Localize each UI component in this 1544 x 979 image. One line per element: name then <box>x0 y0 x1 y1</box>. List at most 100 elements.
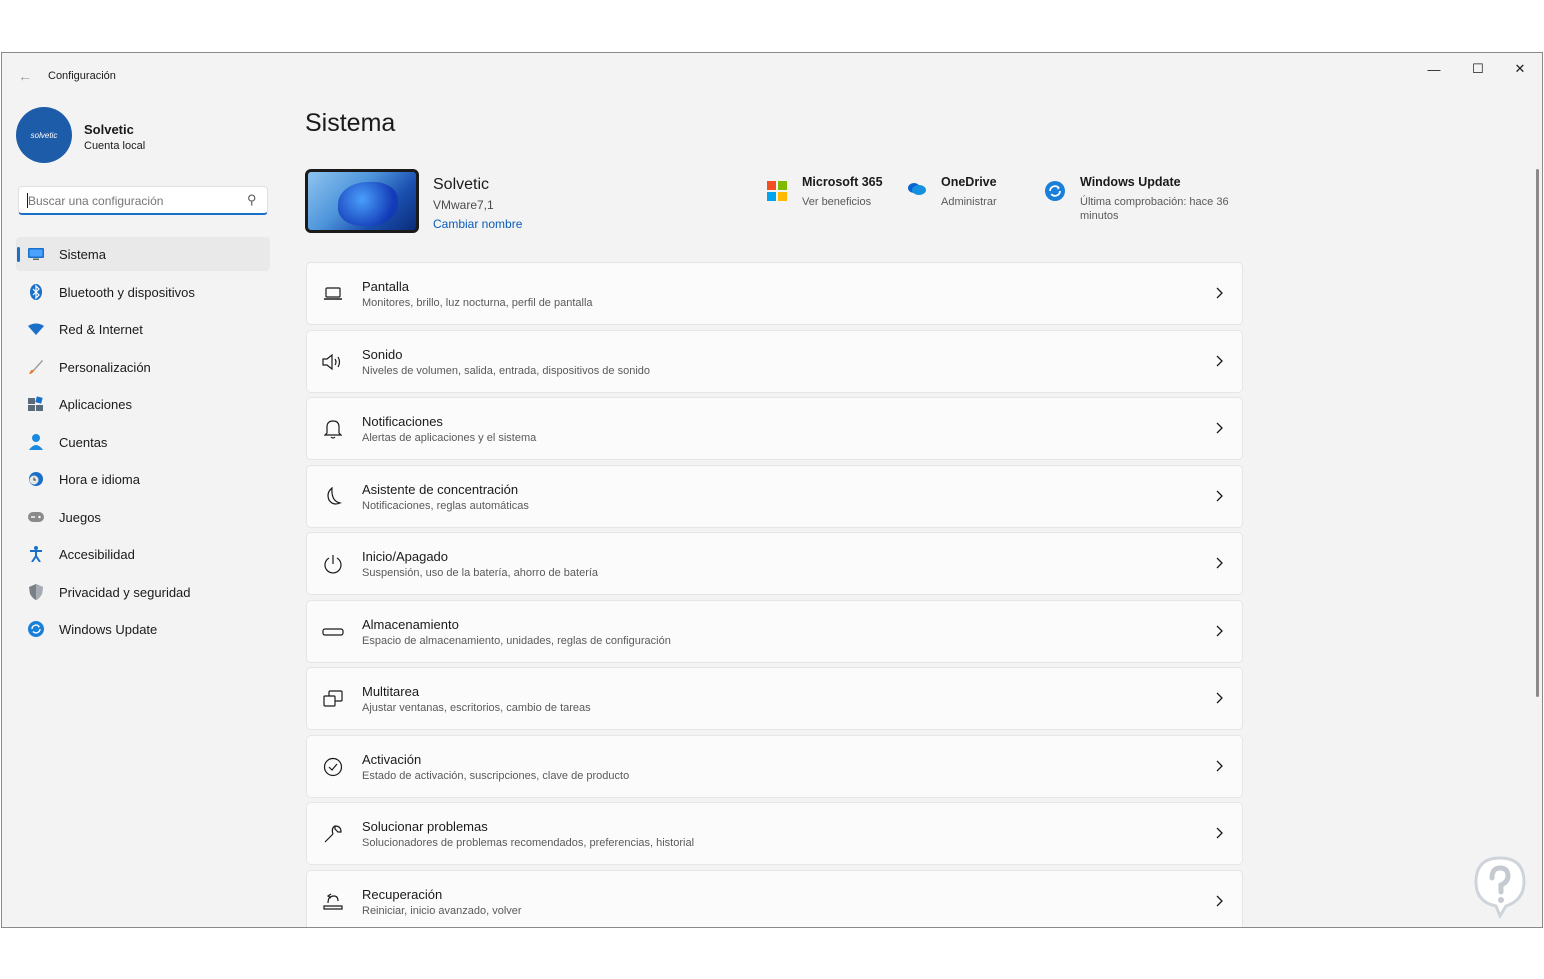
tile-subtitle: Última comprobación: hace 36 minutos <box>1080 196 1229 222</box>
sidebar-item-juegos[interactable]: Juegos <box>16 500 270 534</box>
sidebar-item-windows-update[interactable]: Windows Update <box>16 612 270 646</box>
card-almacenamiento[interactable]: Almacenamiento Espacio de almacenamiento… <box>306 599 1243 663</box>
card-subtitle: Ajustar ventanas, escritorios, cambio de… <box>362 702 591 714</box>
card-title: Pantalla <box>362 279 409 294</box>
card-title: Solucionar problemas <box>362 819 488 834</box>
chevron-right-icon <box>1216 490 1223 501</box>
card-pantalla[interactable]: Pantalla Monitores, brillo, luz nocturna… <box>306 262 1243 325</box>
sidebar-item-label: Aplicaciones <box>59 397 132 412</box>
multitask-icon <box>322 688 344 710</box>
sidebar-item-red[interactable]: Red & Internet <box>16 312 270 346</box>
back-arrow-icon[interactable]: ← <box>14 65 36 87</box>
card-recuperacion[interactable]: Recuperación Reiniciar, inicio avanzado,… <box>306 869 1243 927</box>
card-solucionar-problemas[interactable]: Solucionar problemas Solucionadores de p… <box>306 802 1243 865</box>
device-wallpaper-thumbnail <box>305 169 419 233</box>
card-inicio-apagado[interactable]: Inicio/Apagado Suspensión, uso de la bat… <box>306 532 1243 595</box>
sidebar-item-label: Accesibilidad <box>59 547 135 562</box>
drive-icon <box>322 621 344 643</box>
sidebar-item-aplicaciones[interactable]: Aplicaciones <box>16 387 270 421</box>
sidebar-item-label: Bluetooth y dispositivos <box>59 284 195 300</box>
card-sonido[interactable]: Sonido Niveles de volumen, salida, entra… <box>306 329 1243 393</box>
person-icon <box>28 433 44 450</box>
search-input[interactable]: Buscar una configuración ⚲ <box>18 186 268 215</box>
card-notificaciones[interactable]: Notificaciones Alertas de aplicaciones y… <box>306 397 1243 460</box>
card-subtitle: Suspensión, uso de la batería, ahorro de… <box>362 567 599 579</box>
card-asistente-concentracion[interactable]: Asistente de concentración Notificacione… <box>306 464 1243 528</box>
profile-name: Solvetic <box>84 122 134 137</box>
bluetooth-icon <box>28 283 44 300</box>
card-subtitle: Notificaciones, reglas automáticas <box>362 499 529 512</box>
card-title: Almacenamiento <box>362 616 459 632</box>
rename-device-link[interactable]: Cambiar nombre <box>433 217 522 231</box>
card-title: Notificaciones <box>362 414 443 429</box>
card-title: Recuperación <box>362 886 443 902</box>
card-title: Activación <box>362 751 422 767</box>
card-multitarea[interactable]: Multitarea Ajustar ventanas, escritorios… <box>306 667 1243 730</box>
sidebar-nav: Sistema Bluetooth y dispositivos Red & I… <box>16 237 270 650</box>
sidebar-item-label: Personalización <box>59 359 151 375</box>
profile-account-type: Cuenta local <box>84 140 146 152</box>
card-subtitle: Estado de activación, suscripciones, cla… <box>362 769 630 782</box>
chevron-right-icon <box>1216 355 1223 366</box>
sidebar-item-label: Hora e idioma <box>59 472 140 487</box>
minimize-button[interactable]: — <box>1412 53 1456 85</box>
sidebar-item-label: Juegos <box>59 509 101 525</box>
chevron-right-icon <box>1216 287 1223 299</box>
sync-icon <box>1045 181 1065 201</box>
bell-icon <box>322 418 344 440</box>
sidebar-item-sistema[interactable]: Sistema <box>16 237 270 271</box>
card-subtitle: Niveles de volumen, salida, entrada, dis… <box>362 364 650 377</box>
chevron-right-icon <box>1216 422 1223 434</box>
card-subtitle: Espacio de almacenamiento, unidades, reg… <box>362 634 671 647</box>
card-title: Sonido <box>362 346 403 362</box>
clock-globe-icon <box>28 471 44 487</box>
title-bar: ← Configuración — ☐ ✕ <box>2 53 1542 99</box>
card-title: Asistente de concentración <box>362 481 519 497</box>
maximize-button[interactable]: ☐ <box>1456 53 1500 85</box>
sidebar-item-bluetooth[interactable]: Bluetooth y dispositivos <box>16 275 270 309</box>
tile-title: Windows Update <box>1080 175 1181 189</box>
chevron-right-icon <box>1216 557 1223 569</box>
sidebar-item-label: Privacidad y seguridad <box>59 584 191 600</box>
vertical-scrollbar[interactable] <box>1536 169 1539 697</box>
sidebar-item-privacidad[interactable]: Privacidad y seguridad <box>16 575 270 609</box>
search-placeholder: Buscar una configuración <box>28 194 164 208</box>
speaker-icon <box>322 351 344 373</box>
card-subtitle: Alertas de aplicaciones y el sistema <box>362 432 537 444</box>
sidebar-item-accesibilidad[interactable]: Accesibilidad <box>16 537 270 571</box>
accessibility-icon <box>28 546 44 562</box>
gamepad-icon <box>28 509 44 525</box>
help-question-icon <box>1474 856 1526 918</box>
user-profile[interactable]: solvetic Solvetic Cuenta local <box>16 107 276 167</box>
shield-icon <box>28 583 44 600</box>
monitor-icon <box>28 246 44 262</box>
brush-icon <box>28 359 44 375</box>
sidebar-item-label: Cuentas <box>59 434 108 450</box>
settings-window: ← Configuración — ☐ ✕ solvetic Solvetic … <box>1 52 1543 928</box>
sidebar-item-hora[interactable]: Hora e idioma <box>16 462 270 496</box>
sidebar-item-cuentas[interactable]: Cuentas <box>16 425 270 459</box>
microsoft-logo-icon <box>767 181 787 201</box>
laptop-icon <box>322 283 344 305</box>
card-title: Multitarea <box>362 684 420 699</box>
chevron-right-icon <box>1216 625 1223 636</box>
chevron-right-icon <box>1216 827 1223 839</box>
device-name: Solvetic <box>433 176 490 193</box>
card-subtitle: Reiniciar, inicio avanzado, volver <box>362 904 522 917</box>
sidebar-item-label: Red & Internet <box>59 322 143 337</box>
close-button[interactable]: ✕ <box>1498 53 1542 85</box>
card-subtitle: Monitores, brillo, luz nocturna, perfil … <box>362 297 593 309</box>
sidebar-item-personalizacion[interactable]: Personalización <box>16 350 270 384</box>
card-activacion[interactable]: Activación Estado de activación, suscrip… <box>306 734 1243 798</box>
page-title: Sistema <box>305 109 396 137</box>
apps-icon <box>28 396 44 412</box>
sidebar-item-label: Windows Update <box>59 622 158 637</box>
wrench-icon <box>322 823 344 845</box>
chevron-right-icon <box>1216 895 1223 906</box>
search-icon[interactable]: ⚲ <box>247 192 257 208</box>
sync-icon <box>28 621 44 637</box>
check-circle-icon <box>322 756 344 778</box>
recovery-icon <box>322 891 344 913</box>
cloud-icon <box>906 181 926 201</box>
card-title: Inicio/Apagado <box>362 549 449 564</box>
